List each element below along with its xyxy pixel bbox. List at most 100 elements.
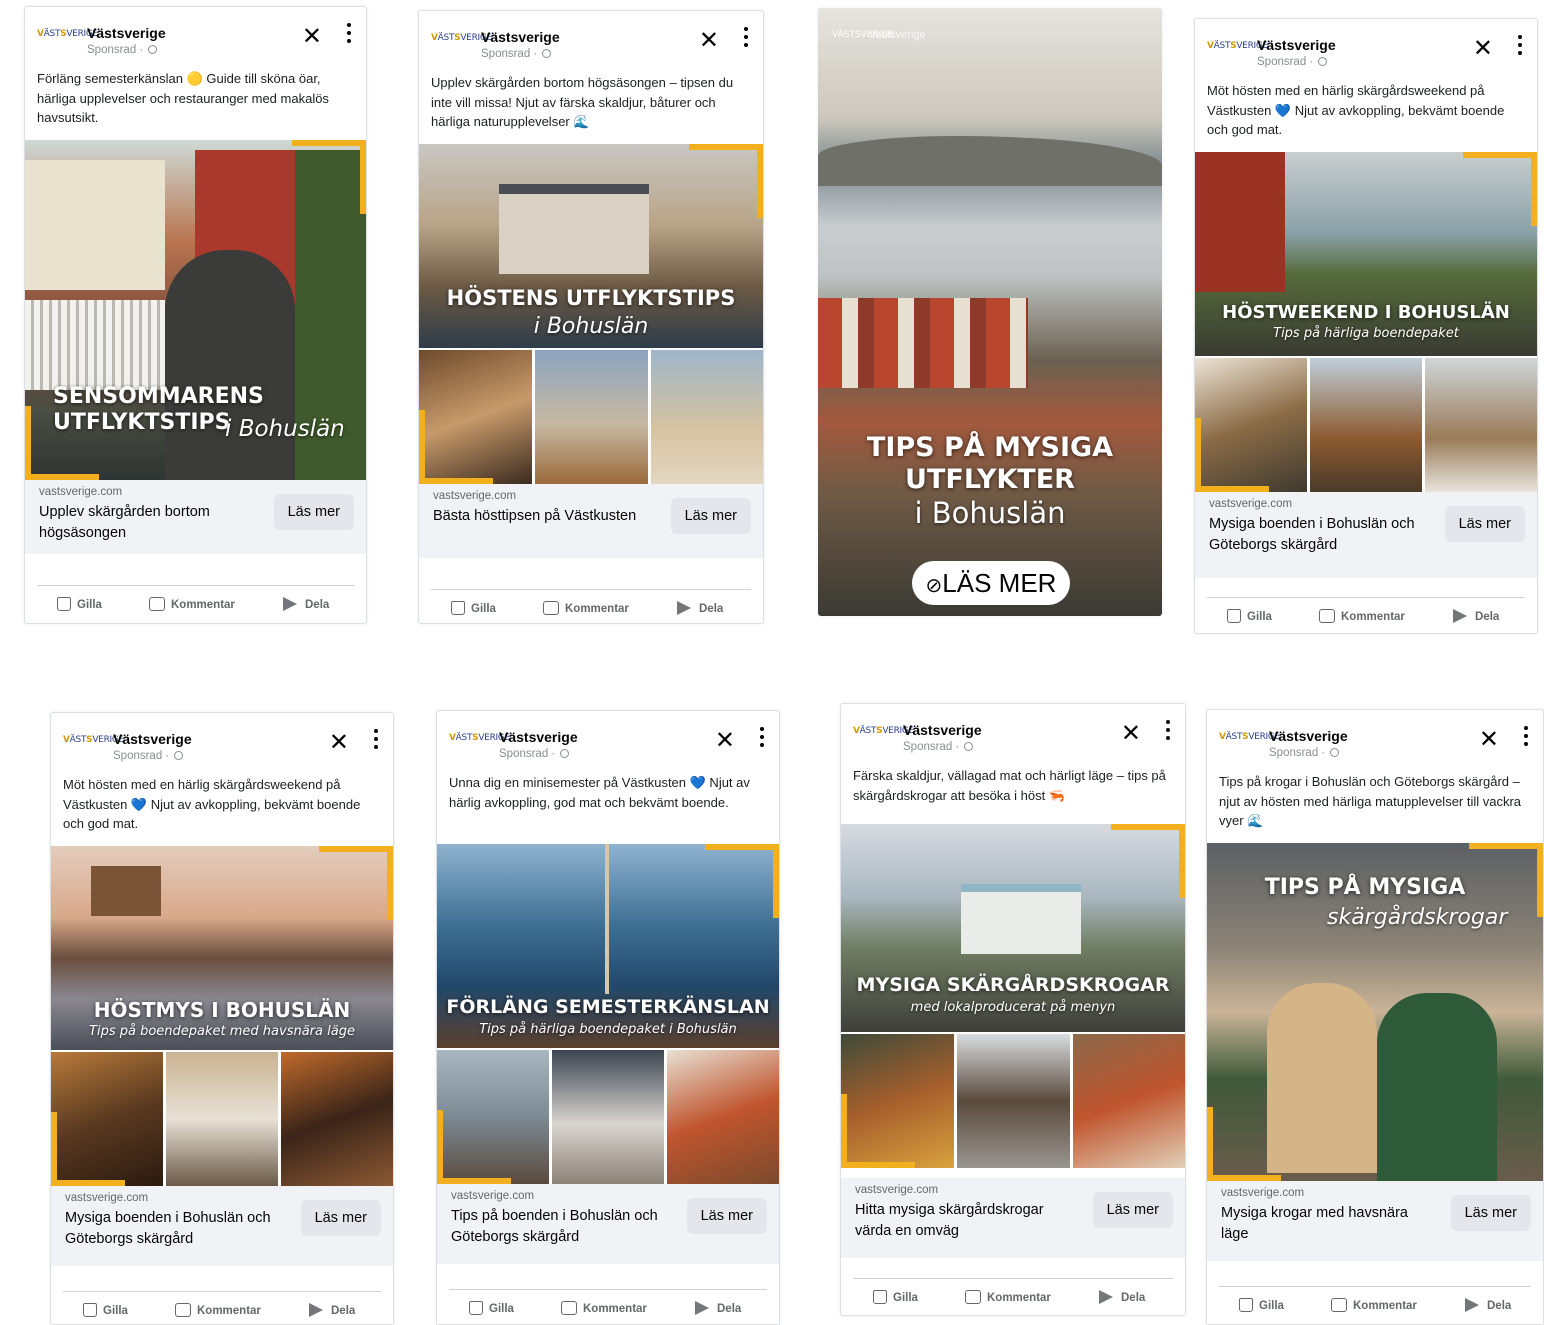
more-options-icon[interactable] — [373, 729, 379, 753]
more-options-icon[interactable] — [346, 23, 352, 47]
brand-logo[interactable]: VÄSTSVERIGE — [431, 31, 492, 45]
image-subheadline: Tips på boendepaket med havsnära läge — [89, 1024, 355, 1039]
close-icon[interactable]: ✕ — [715, 728, 735, 752]
learn-more-button[interactable]: Läs mer — [670, 498, 751, 534]
learn-more-button[interactable]: Läs mer — [1444, 506, 1525, 542]
accent-corner — [705, 844, 779, 918]
learn-more-button[interactable]: Läs mer — [1092, 1192, 1173, 1228]
link-title[interactable]: Tips på boenden i Bohuslän och Göteborgs… — [451, 1206, 669, 1248]
ad-image[interactable]: HÖSTENS UTFLYKTSTIPS i Bohuslän — [419, 144, 763, 484]
link-preview[interactable]: vastsverige.com Mysiga boenden i Bohuslä… — [1195, 492, 1537, 578]
link-domain: vastsverige.com — [65, 1192, 149, 1204]
comment-icon — [561, 1301, 577, 1315]
share-button[interactable]: Dela — [309, 1302, 355, 1320]
link-preview[interactable]: vastsverige.com Upplev skärgården bortom… — [25, 480, 366, 554]
ad-image[interactable]: TIPS PÅ MYSIGA skärgårdskrogar — [1207, 843, 1543, 1181]
close-icon[interactable]: ✕ — [329, 730, 349, 754]
share-button[interactable]: Dela — [1465, 1297, 1511, 1315]
link-title[interactable]: Mysiga krogar med havsnära läge — [1221, 1203, 1439, 1245]
image-subheadline: i Bohuslän — [914, 496, 1066, 530]
close-icon[interactable]: ✕ — [1479, 727, 1499, 751]
brand-name[interactable]: Västsverige — [1269, 728, 1348, 744]
link-preview[interactable]: vastsverige.com Tips på boenden i Bohusl… — [437, 1184, 779, 1264]
action-bar: Gilla Kommentar Dela — [853, 1278, 1173, 1315]
like-button[interactable]: Gilla — [1227, 608, 1272, 626]
close-icon[interactable]: ✕ — [1121, 721, 1141, 745]
link-preview[interactable]: vastsverige.com Mysiga krogar med havsnä… — [1207, 1181, 1543, 1261]
like-button[interactable]: Gilla — [469, 1300, 514, 1318]
share-button[interactable]: Dela — [1099, 1289, 1145, 1307]
more-options-icon[interactable] — [1165, 720, 1171, 744]
link-icon: ⊘ — [925, 575, 943, 597]
learn-more-button[interactable]: Läs mer — [686, 1198, 767, 1234]
close-icon[interactable]: ✕ — [699, 28, 719, 52]
story-read-more-button[interactable]: ⊘LÄS MER — [912, 561, 1070, 605]
ad-card-3-story[interactable]: VÄSTSVERIGE vastsverige TIPS PÅ MYSIGA U… — [818, 8, 1162, 616]
like-button[interactable]: Gilla — [873, 1289, 918, 1307]
more-options-icon[interactable] — [743, 27, 749, 51]
learn-more-button[interactable]: Läs mer — [1450, 1195, 1531, 1231]
brand-logo[interactable]: VÄSTSVERIGE — [37, 27, 98, 41]
ad-image[interactable]: SENSOMMARENS UTFLYKTSTIPS i Bohuslän — [25, 140, 366, 480]
woman-right — [1377, 993, 1497, 1181]
comment-button[interactable]: Kommentar — [561, 1300, 647, 1318]
like-button[interactable]: Gilla — [83, 1302, 128, 1320]
link-preview[interactable]: vastsverige.com Bästa hösttipsen på Väst… — [419, 484, 763, 558]
ad-header: VÄSTSVERIGE Västsverige Sponsrad · ✕ — [419, 11, 763, 60]
brand-name[interactable]: Västsverige — [903, 722, 982, 738]
brand-name[interactable]: vastsverige — [870, 29, 926, 41]
comment-button[interactable]: Kommentar — [149, 596, 235, 614]
like-button[interactable]: Gilla — [57, 596, 102, 614]
brand-logo[interactable]: VÄSTSVERIGE — [1219, 730, 1280, 744]
more-options-icon[interactable] — [1517, 35, 1523, 59]
link-title[interactable]: Mysiga boenden i Bohuslän och Göteborgs … — [1209, 514, 1427, 556]
learn-more-button[interactable]: Läs mer — [300, 1200, 381, 1236]
share-icon — [309, 1303, 323, 1317]
more-options-icon[interactable] — [759, 727, 765, 751]
link-title[interactable]: Upplev skärgården bortom högsäsongen — [39, 502, 257, 544]
comment-button[interactable]: Kommentar — [543, 600, 629, 618]
thumb-boat — [1310, 358, 1422, 492]
sponsored-label: Sponsrad · — [1269, 746, 1340, 760]
sponsored-label: Sponsrad · — [1257, 55, 1328, 69]
comment-button[interactable]: Kommentar — [1319, 608, 1405, 626]
cabin — [91, 866, 161, 916]
link-preview[interactable]: vastsverige.com Hitta mysiga skärgårdskr… — [841, 1178, 1185, 1258]
share-button[interactable]: Dela — [283, 596, 329, 614]
thumb-chef — [957, 1034, 1070, 1168]
ad-image[interactable]: HÖSTWEEKEND I BOHUSLÄN Tips på härliga b… — [1195, 152, 1537, 492]
comment-button[interactable]: Kommentar — [965, 1289, 1051, 1307]
action-bar: Gilla Kommentar Dela — [431, 589, 751, 623]
ad-image[interactable]: MYSIGA SKÄRGÅRDSKROGAR med lokalproducer… — [841, 824, 1185, 1168]
brand-logo[interactable]: VÄSTSVERIGE — [853, 724, 914, 738]
boathouse-red — [1195, 152, 1285, 292]
link-preview[interactable]: vastsverige.com Mysiga boenden i Bohuslä… — [51, 1186, 393, 1266]
ad-text: Möt hösten med en härlig skärgårdsweeken… — [63, 777, 361, 831]
brand-name[interactable]: Västsverige — [1257, 37, 1336, 53]
ad-text: Möt hösten med en härlig skärgårdsweeken… — [1207, 83, 1505, 137]
link-title[interactable]: Hitta mysiga skärgårdskrogar värda en om… — [855, 1200, 1073, 1242]
comment-button[interactable]: Kommentar — [175, 1302, 261, 1320]
share-button[interactable]: Dela — [1453, 608, 1499, 626]
like-button[interactable]: Gilla — [451, 600, 496, 618]
brand-name[interactable]: Västsverige — [113, 731, 192, 747]
comment-button[interactable]: Kommentar — [1331, 1297, 1417, 1315]
ad-image[interactable]: HÖSTMYS I BOHUSLÄN Tips på boendepaket m… — [51, 846, 393, 1186]
brand-name[interactable]: Västsverige — [87, 25, 166, 41]
brand-logo[interactable]: VÄSTSVERIGE — [449, 731, 510, 745]
link-title[interactable]: Mysiga boenden i Bohuslän och Göteborgs … — [65, 1208, 283, 1250]
ad-image[interactable]: FÖRLÄNG SEMESTERKÄNSLAN Tips på härliga … — [437, 844, 779, 1184]
share-button[interactable]: Dela — [695, 1300, 741, 1318]
brand-logo[interactable]: VÄSTSVERIGE — [1207, 39, 1268, 53]
globe-icon — [964, 742, 974, 751]
share-button[interactable]: Dela — [677, 600, 723, 618]
like-button[interactable]: Gilla — [1239, 1297, 1284, 1315]
more-options-icon[interactable] — [1523, 726, 1529, 750]
learn-more-button[interactable]: Läs mer — [273, 494, 354, 530]
brand-name[interactable]: Västsverige — [481, 29, 560, 45]
link-title[interactable]: Bästa hösttipsen på Västkusten — [433, 506, 651, 527]
brand-name[interactable]: Västsverige — [499, 729, 578, 745]
brand-logo[interactable]: VÄSTSVERIGE — [63, 733, 124, 747]
close-icon[interactable]: ✕ — [302, 24, 322, 48]
close-icon[interactable]: ✕ — [1473, 36, 1493, 60]
